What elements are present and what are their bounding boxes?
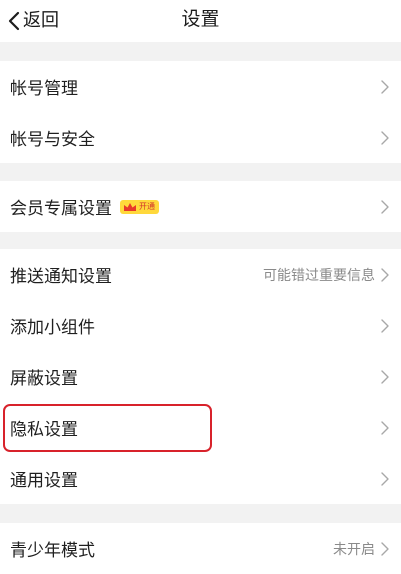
settings-row-account-security[interactable]: 帐号与安全 xyxy=(0,112,401,163)
account-settings-group: 帐号管理 帐号与安全 xyxy=(0,61,401,163)
chevron-right-icon xyxy=(381,471,389,486)
youth-mode-group: 青少年模式 未开启 xyxy=(0,523,401,574)
settings-row-push-notifications[interactable]: 推送通知设置 可能错过重要信息 xyxy=(0,249,401,300)
settings-row-youth-mode[interactable]: 青少年模式 未开启 xyxy=(0,523,401,574)
settings-row-general-settings[interactable]: 通用设置 xyxy=(0,453,401,504)
chevron-right-icon xyxy=(381,267,389,282)
page-title: 设置 xyxy=(181,8,220,30)
row-value: 可能错过重要信息 xyxy=(263,267,375,284)
row-label: 屏蔽设置 xyxy=(10,369,78,389)
row-label: 会员专属设置 xyxy=(10,199,112,219)
row-label: 添加小组件 xyxy=(10,318,95,338)
chevron-right-icon xyxy=(381,79,389,94)
row-label: 帐号管理 xyxy=(10,79,78,99)
row-value: 未开启 xyxy=(333,541,375,558)
row-label: 青少年模式 xyxy=(10,541,95,561)
membership-group: 会员专属设置 开通 xyxy=(0,181,401,232)
row-label: 帐号与安全 xyxy=(10,130,95,150)
crown-icon xyxy=(123,202,137,212)
chevron-right-icon xyxy=(381,130,389,145)
chevron-right-icon xyxy=(381,369,389,384)
chevron-right-icon xyxy=(381,541,389,556)
top-navigation-bar: 返回 设置 xyxy=(0,0,401,42)
row-label: 隐私设置 xyxy=(10,420,78,440)
settings-row-add-widget[interactable]: 添加小组件 xyxy=(0,300,401,351)
chevron-right-icon xyxy=(381,420,389,435)
row-label: 推送通知设置 xyxy=(10,267,112,287)
row-label: 通用设置 xyxy=(10,471,78,491)
vip-open-badge[interactable]: 开通 xyxy=(120,199,159,214)
chevron-right-icon xyxy=(381,199,389,214)
chevron-right-icon xyxy=(381,318,389,333)
settings-row-member-exclusive[interactable]: 会员专属设置 开通 xyxy=(0,181,401,232)
settings-row-account-management[interactable]: 帐号管理 xyxy=(0,61,401,112)
general-settings-group: 推送通知设置 可能错过重要信息 添加小组件 屏蔽设置 隐私设置 通用设置 xyxy=(0,249,401,504)
settings-row-block-settings[interactable]: 屏蔽设置 xyxy=(0,351,401,402)
settings-row-privacy-settings[interactable]: 隐私设置 xyxy=(0,402,401,453)
vip-badge-label: 开通 xyxy=(139,201,155,211)
